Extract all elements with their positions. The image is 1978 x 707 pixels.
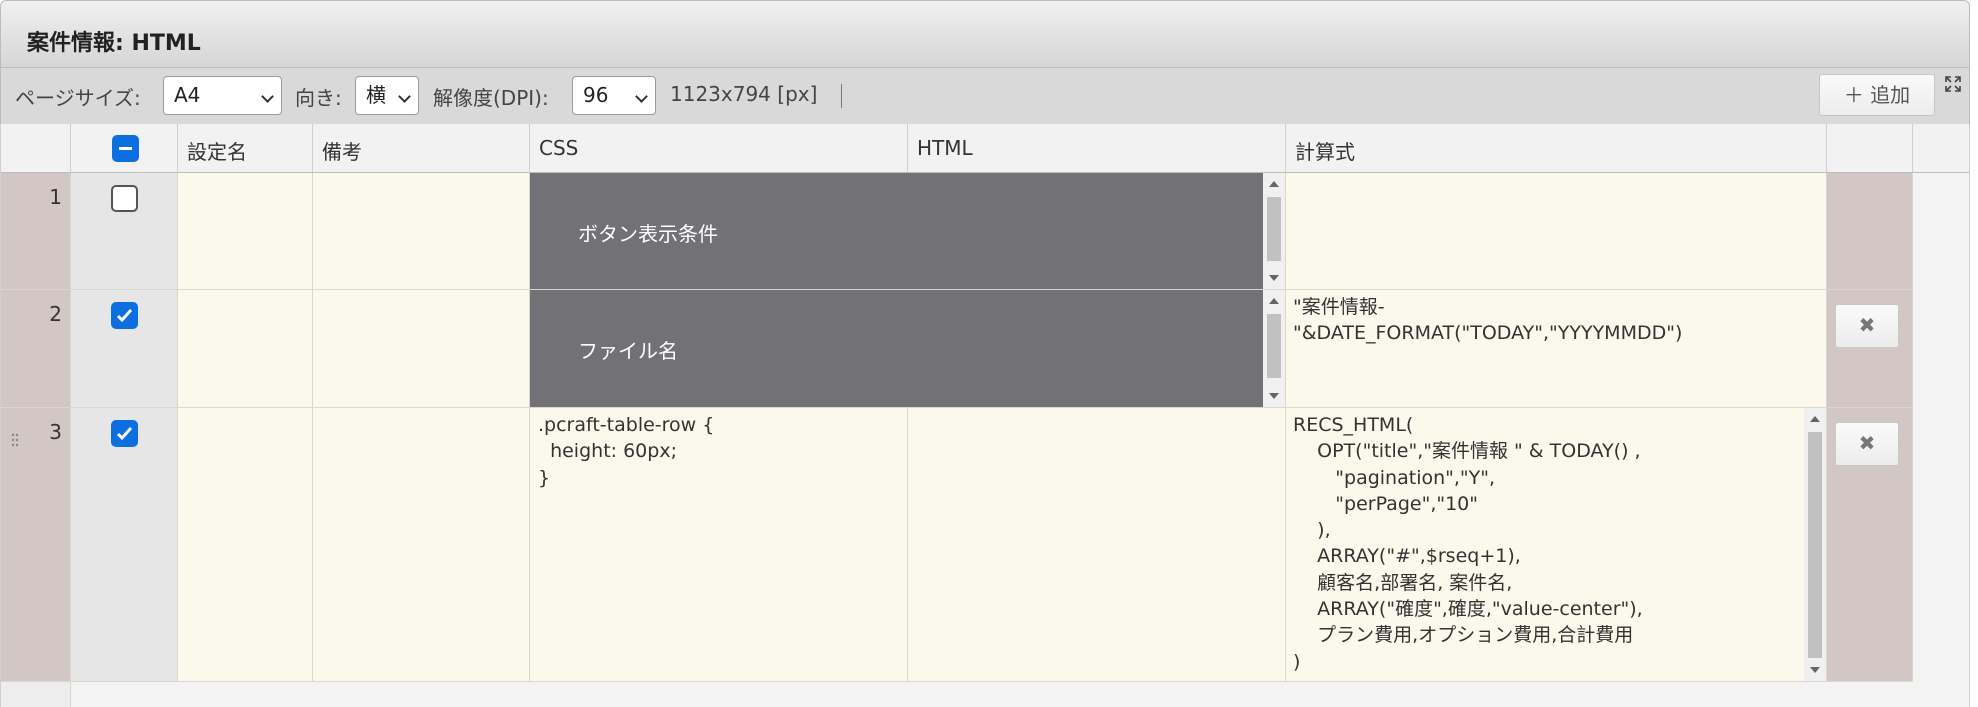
- close-icon: ✖: [1858, 313, 1876, 337]
- chevron-down-icon: [398, 90, 411, 103]
- header-note[interactable]: 備考: [313, 124, 530, 173]
- page-size-label: ページサイズ:: [15, 86, 141, 110]
- column-header-name: 設定名: [187, 140, 247, 164]
- panel-title: 案件情報: HTML: [27, 31, 201, 56]
- cell-note[interactable]: [313, 408, 530, 682]
- row-select-cell: [71, 173, 178, 290]
- header-name[interactable]: 設定名: [178, 124, 313, 173]
- check-icon: [116, 308, 133, 323]
- row-checkbox[interactable]: [111, 420, 138, 447]
- scroll-thumb[interactable]: [1267, 314, 1281, 378]
- column-header-html: HTML: [917, 136, 973, 160]
- scroll-thumb[interactable]: [1808, 432, 1822, 658]
- row-actions: [1827, 173, 1913, 290]
- toolbar-divider: [841, 84, 842, 108]
- cell-name[interactable]: [178, 290, 313, 408]
- row-number: 1: [1, 173, 71, 290]
- scroll-up-icon[interactable]: [1269, 298, 1279, 304]
- panel-titlebar: 案件情報: HTML: [0, 0, 1970, 68]
- row-select-cell: [71, 408, 178, 682]
- header-formula[interactable]: 計算式: [1286, 124, 1827, 173]
- scroll-thumb[interactable]: [1267, 197, 1281, 261]
- header-filler: [1913, 124, 1969, 173]
- header-select-all: [71, 124, 178, 173]
- header-actions: [1827, 124, 1913, 173]
- scroll-down-icon[interactable]: [1810, 667, 1820, 673]
- page-size-value: A4: [174, 83, 201, 107]
- toolbar: ページサイズ: A4 向き: 横 解像度(DPI): 96 1123x794 […: [0, 68, 1970, 124]
- page-size-select[interactable]: A4: [163, 76, 282, 115]
- cell-name[interactable]: [178, 408, 313, 682]
- header-css[interactable]: CSS: [530, 124, 908, 173]
- cell-merged-label[interactable]: ファイル名: [530, 290, 1286, 408]
- css-text: .pcraft-table-row { height: 60px; }: [538, 414, 715, 489]
- cell-formula[interactable]: [1286, 173, 1827, 290]
- scrollbar[interactable]: [1263, 173, 1285, 289]
- close-icon: ✖: [1858, 431, 1876, 455]
- dpi-label: 解像度(DPI):: [433, 86, 549, 110]
- column-header-css: CSS: [539, 136, 579, 160]
- formula-text: RECS_HTML( OPT("title","案件情報 " & TODAY()…: [1293, 414, 1643, 673]
- cell-note[interactable]: [313, 173, 530, 290]
- expand-icon[interactable]: [1945, 76, 1961, 92]
- row-checkbox[interactable]: [111, 302, 138, 329]
- row-select-cell: [71, 290, 178, 408]
- cell-formula[interactable]: "案件情報- "&DATE_FORMAT("TODAY","YYYYMMDD"): [1286, 290, 1827, 408]
- row-checkbox[interactable]: [111, 185, 138, 212]
- scroll-down-icon[interactable]: [1269, 393, 1279, 399]
- merged-label-text: ファイル名: [578, 339, 678, 363]
- drag-handle-icon[interactable]: [11, 432, 19, 448]
- merged-label-text: ボタン表示条件: [578, 222, 718, 246]
- delete-row-button[interactable]: ✖: [1835, 422, 1899, 466]
- orientation-value: 横: [366, 83, 386, 107]
- header-html[interactable]: HTML: [908, 124, 1286, 173]
- column-header-formula: 計算式: [1295, 140, 1355, 164]
- scrollbar[interactable]: [1263, 290, 1285, 407]
- scroll-up-icon[interactable]: [1269, 181, 1279, 187]
- scrollbar[interactable]: [1804, 408, 1826, 681]
- scroll-down-icon[interactable]: [1269, 275, 1279, 281]
- cell-merged-label[interactable]: ボタン表示条件: [530, 173, 1286, 290]
- row-actions: ✖: [1827, 408, 1913, 682]
- orientation-label: 向き:: [295, 86, 342, 110]
- cell-name[interactable]: [178, 173, 313, 290]
- chevron-down-icon: [261, 90, 274, 103]
- check-icon: [116, 426, 133, 441]
- row-actions: ✖: [1827, 290, 1913, 408]
- orientation-select[interactable]: 横: [355, 76, 419, 115]
- row-number: 3: [1, 408, 71, 682]
- page-dimensions: 1123x794 [px]: [670, 82, 818, 106]
- cell-css[interactable]: .pcraft-table-row { height: 60px; }: [530, 408, 908, 682]
- delete-row-button[interactable]: ✖: [1835, 304, 1899, 348]
- minus-icon: [119, 147, 132, 150]
- data-grid: 設定名 備考 CSS HTML 計算式 1 ボタン表示条件 2 ファイル名 "案…: [0, 124, 1970, 707]
- cell-formula[interactable]: RECS_HTML( OPT("title","案件情報 " & TODAY()…: [1286, 408, 1827, 682]
- grid-footer: [1, 682, 71, 707]
- dpi-value: 96: [583, 83, 609, 107]
- row-number: 2: [1, 290, 71, 408]
- add-button[interactable]: ＋ 追加: [1819, 74, 1935, 116]
- dpi-select[interactable]: 96: [572, 76, 656, 115]
- chevron-down-icon: [635, 90, 648, 103]
- column-header-note: 備考: [322, 140, 362, 164]
- scroll-up-icon[interactable]: [1810, 416, 1820, 422]
- formula-text: "案件情報- "&DATE_FORMAT("TODAY","YYYYMMDD"): [1293, 296, 1683, 345]
- cell-html[interactable]: [908, 408, 1286, 682]
- select-all-checkbox[interactable]: [112, 135, 139, 162]
- cell-note[interactable]: [313, 290, 530, 408]
- header-rownum: [1, 124, 71, 173]
